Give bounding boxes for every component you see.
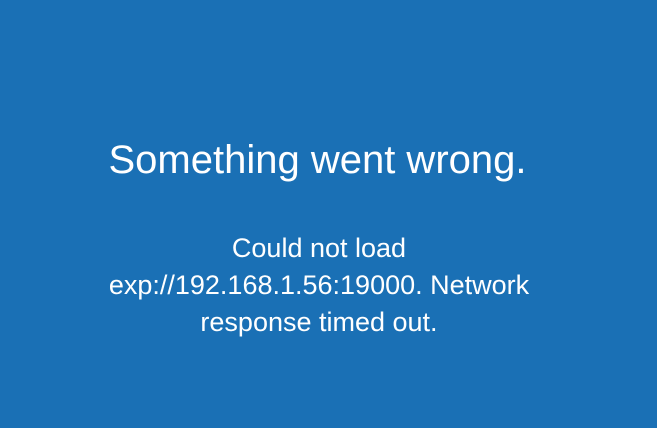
error-title: Something went wrong. xyxy=(108,138,527,182)
error-message: Could not load exp://192.168.1.56:19000.… xyxy=(108,233,530,337)
